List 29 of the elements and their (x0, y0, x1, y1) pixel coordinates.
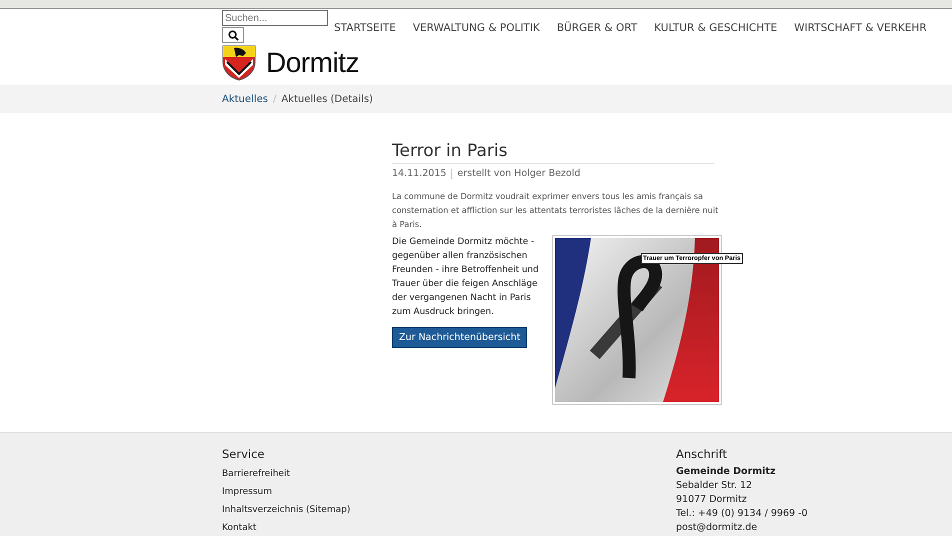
address-line: Tel.: +49 (0) 9134 / 9969 -0 (676, 507, 809, 521)
address-line: 91077 Dormitz (676, 493, 748, 507)
footer-link[interactable]: Impressum (222, 483, 676, 501)
nav-link[interactable]: WIRTSCHAFT & VERKEHR (794, 22, 927, 81)
intro-paragraph: La commune de Dormitz voudrait exprimer envers tous les amis français sa consternation et affliction sur les attentats terroristes lâches de la dernière nuit à Paris. (392, 190, 720, 231)
footer-link[interactable]: Kontakt (222, 519, 676, 536)
search-icon (228, 30, 238, 40)
coat-of-arms-drawing (222, 45, 256, 81)
body-paragraph: Die Gemeinde Dormitz möchte - gegenüber allen französischen Freunden - ihre Betroffenheit und Trauer über die feigen Anschläge der vergangenen Nacht in Paris zum Ausdruck bringen. (392, 236, 540, 319)
nav-link[interactable]: BÜRGER & ORT (556, 22, 638, 81)
footer-heading: Anschrift (676, 447, 728, 461)
breadcrumb-separator: / (272, 94, 276, 104)
breadcrumb-current: Aktuelles (Details) (281, 94, 373, 104)
news-overview-button[interactable]: Zur Nachrichtenübersicht (392, 327, 528, 348)
article-author: erstellt von Holger Bezold (457, 168, 580, 179)
site-name[interactable]: Dormitz (266, 47, 359, 79)
search-field[interactable]: Suchen... (222, 10, 328, 26)
footer-link[interactable]: Inhaltsverzeichnis (Sitemap) (222, 501, 676, 519)
address-line: Sebalder Str. 12 (676, 479, 754, 493)
article-date: 14.11.2015 (392, 168, 446, 179)
nav-link[interactable]: VERWALTUNG & POLITIK (412, 22, 540, 81)
article-title: Terror in Paris (392, 141, 714, 164)
search-button[interactable] (222, 27, 244, 43)
footer-heading: Service (222, 447, 266, 461)
nav-link[interactable]: KULTUR & GESCHICHTE (654, 22, 778, 81)
address-line: post@dormitz.de (676, 521, 758, 535)
address-name: Gemeinde Dormitz (676, 465, 776, 479)
footer-link[interactable]: Barrierefreiheit (222, 465, 676, 483)
breadcrumb-link[interactable]: Aktuelles (222, 94, 268, 104)
